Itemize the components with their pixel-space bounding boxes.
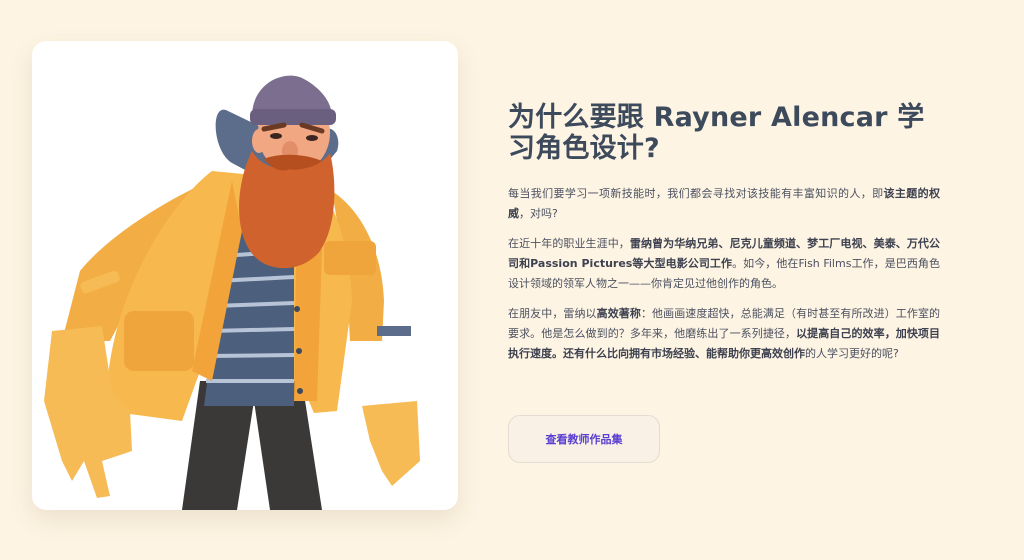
emphasis-text: 高效著称: [596, 307, 641, 320]
emphasis-text: 更高效创作: [750, 347, 805, 360]
character-illustration: [44, 75, 420, 510]
character-pocket-left: [124, 311, 194, 371]
emphasis-text: 还有什么比向拥有市场经验、能帮助你: [563, 347, 750, 360]
career-paragraph: 在近十年的职业生涯中，雷纳曾为华纳兄弟、尼克儿童频道、梦工厂电视、美泰、万代公司…: [508, 234, 940, 294]
hero-content: 为什么要跟 Rayner Alencar 学习角色设计? 每当我们要学习一项新技…: [508, 102, 940, 374]
page-title: 为什么要跟 Rayner Alencar 学习角色设计?: [508, 102, 925, 164]
paragraph-text: 在朋友中，雷纳以: [508, 307, 597, 320]
efficiency-paragraph: 在朋友中，雷纳以高效著称：他画画速度超快，总能满足（有时甚至有所改进）工作室的要…: [508, 304, 940, 364]
paragraph-text: 在近十年的职业生涯中，: [508, 237, 630, 250]
paragraph-text: ，对吗?: [519, 207, 558, 220]
character-pocket-right: [324, 241, 376, 275]
paragraph-text: 的人学习更好的呢?: [805, 347, 899, 360]
view-portfolio-button[interactable]: 查看教师作品集: [508, 415, 660, 463]
intro-paragraph: 每当我们要学习一项新技能时，我们都会寻找对该技能有丰富知识的人，即该主题的权威，…: [508, 184, 940, 224]
illustration-card: [32, 41, 458, 510]
paragraph-text: 每当我们要学习一项新技能时，我们都会寻找对该技能有丰富知识的人，即: [508, 187, 884, 200]
character-right-glove: [362, 401, 420, 486]
